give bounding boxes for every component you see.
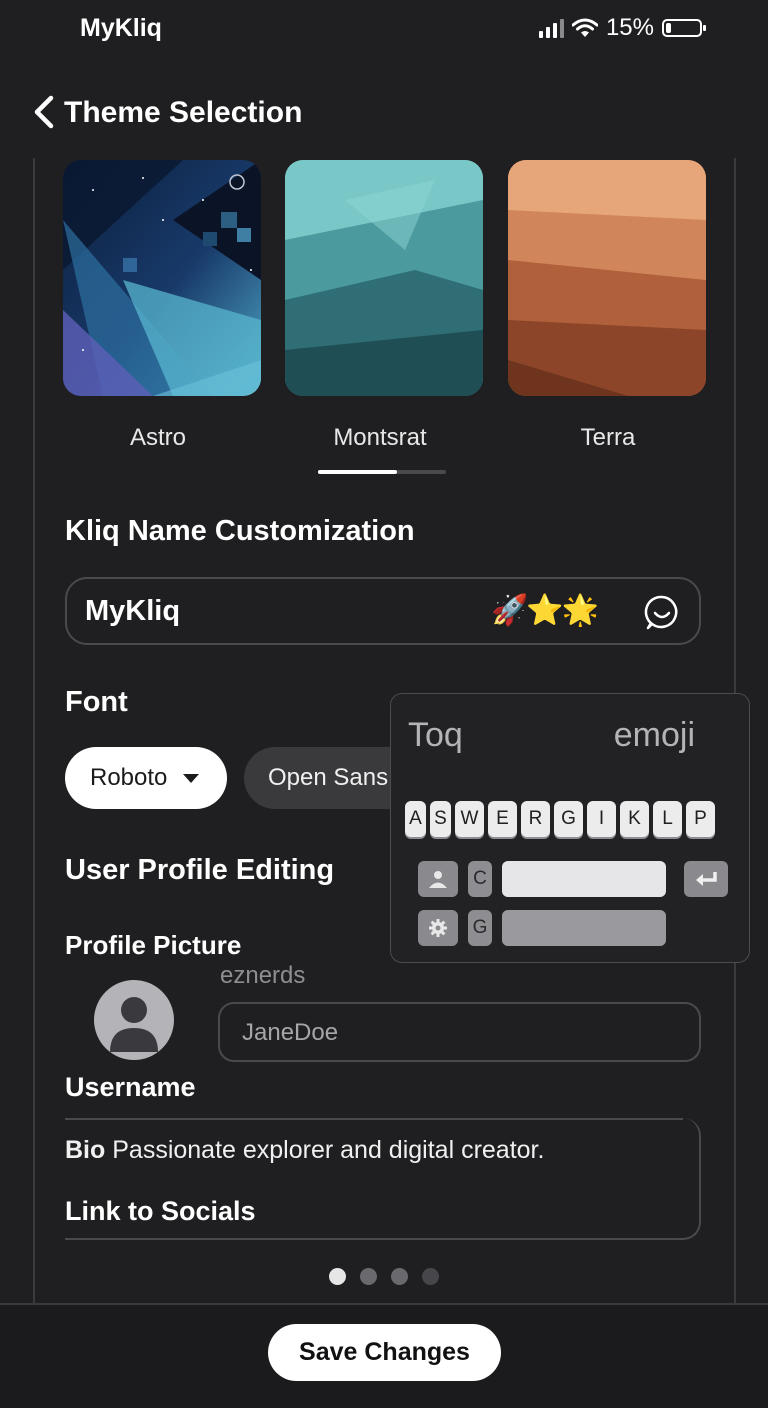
- font-selected-label: Roboto: [90, 764, 168, 791]
- key-e[interactable]: E: [488, 801, 517, 837]
- image-key[interactable]: [418, 861, 458, 897]
- caret-down-icon: [183, 773, 200, 783]
- status-indicators: 15%: [538, 14, 706, 42]
- save-changes-button[interactable]: Save Changes: [268, 1324, 501, 1381]
- key-g[interactable]: G: [554, 801, 583, 837]
- theme-card-montsrat[interactable]: [285, 160, 483, 396]
- keyboard-space-bar[interactable]: [502, 861, 666, 897]
- signal-icon: [538, 18, 564, 38]
- username-label: Username: [65, 1072, 196, 1102]
- profile-picture-label: Profile Picture: [65, 930, 242, 960]
- astro-artwork: [63, 160, 261, 396]
- keyboard-bar-secondary[interactable]: [502, 910, 666, 946]
- image-icon: [429, 871, 447, 888]
- username-field[interactable]: [218, 1002, 701, 1062]
- settings-key[interactable]: [418, 910, 458, 946]
- keyboard-popover[interactable]: Toq emoji A S W E R G I K L P C G: [390, 693, 750, 963]
- battery-icon: [662, 19, 706, 37]
- key-a[interactable]: A: [405, 801, 426, 837]
- chevron-left-icon: [34, 95, 54, 129]
- bio-text: Passionate explorer and digital creator.: [112, 1136, 545, 1164]
- key-l[interactable]: L: [653, 801, 682, 837]
- kliq-name-field[interactable]: MyKliq 🚀⭐🌟: [65, 577, 701, 645]
- left-rail-divider: [33, 158, 35, 1303]
- keyboard-suggestion-emoji[interactable]: emoji: [614, 716, 695, 755]
- profile-editing-heading: User Profile Editing: [65, 854, 335, 886]
- page-dot-4[interactable]: [422, 1268, 439, 1285]
- avatar[interactable]: [94, 980, 174, 1060]
- page-dot-3[interactable]: [391, 1268, 408, 1285]
- terra-artwork: [508, 160, 706, 396]
- key-p[interactable]: P: [686, 801, 715, 837]
- bio-label: Bio: [65, 1136, 106, 1164]
- name-customization-heading: Kliq Name Customization: [65, 515, 415, 547]
- emoji-picker-button[interactable]: [643, 593, 681, 631]
- font-dropdown[interactable]: Roboto: [65, 747, 227, 809]
- keyboard-suggestion-left[interactable]: Toq: [408, 716, 463, 755]
- theme-scroll-indicator[interactable]: [318, 470, 446, 474]
- kliq-name-value[interactable]: MyKliq: [85, 595, 180, 628]
- font-heading: Font: [65, 686, 128, 718]
- battery-percent: 15%: [605, 14, 654, 41]
- key-i[interactable]: I: [587, 801, 616, 837]
- key-g-secondary[interactable]: G: [468, 910, 492, 946]
- key-s[interactable]: S: [430, 801, 451, 837]
- theme-label-montsrat: Montsrat: [333, 424, 427, 451]
- theme-label-astro: Astro: [129, 424, 186, 451]
- key-r[interactable]: R: [521, 801, 550, 837]
- page-dot-2[interactable]: [360, 1268, 377, 1285]
- username-input[interactable]: [240, 1018, 684, 1048]
- key-c[interactable]: C: [468, 861, 492, 897]
- keyboard-row-1: A S W E R G I K L P: [405, 801, 715, 837]
- link-to-socials[interactable]: Link to Socials: [65, 1196, 256, 1227]
- page-title: Theme Selection: [64, 96, 303, 129]
- emoji-picker-icon: [644, 595, 678, 630]
- back-button[interactable]: [28, 92, 60, 132]
- name-emojis: 🚀⭐🌟: [491, 593, 599, 628]
- page-indicator: [329, 1268, 439, 1285]
- return-icon: [696, 872, 717, 886]
- status-app-title: MyKliq: [80, 14, 162, 42]
- bio-row[interactable]: Bio Passionate explorer and digital crea…: [65, 1136, 544, 1165]
- ghost-username-text: eznerds: [220, 962, 306, 989]
- font-option-label: Open Sans: [268, 764, 389, 791]
- theme-scroll-thumb[interactable]: [318, 470, 398, 474]
- return-key[interactable]: [684, 861, 728, 897]
- key-w[interactable]: W: [455, 801, 484, 837]
- theme-card-astro[interactable]: [63, 160, 261, 396]
- key-k[interactable]: K: [620, 801, 649, 837]
- wifi-icon: [571, 18, 598, 37]
- theme-label-terra: Terra: [580, 424, 636, 451]
- theme-card-terra[interactable]: [508, 160, 706, 396]
- montsrat-artwork: [285, 160, 483, 396]
- person-icon: [110, 997, 158, 1052]
- page-dot-1[interactable]: [329, 1268, 346, 1285]
- settings-icon: [429, 919, 447, 937]
